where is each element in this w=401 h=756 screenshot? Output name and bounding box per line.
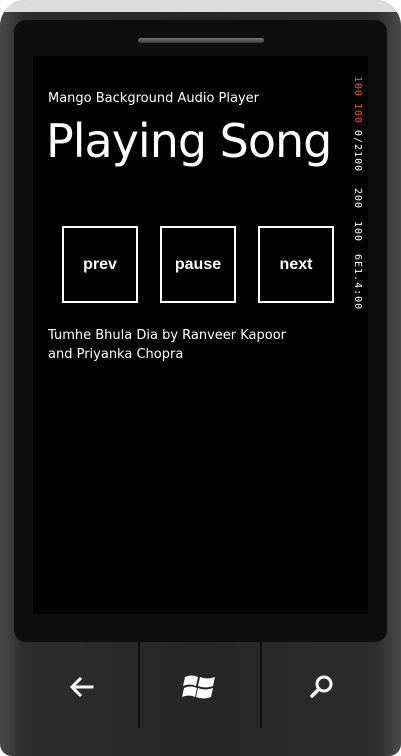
app-name: Mango Background Audio Player [48, 91, 259, 106]
earpiece [138, 38, 264, 43]
app-screen: Mango Background Audio Player Playing So… [33, 56, 368, 614]
search-button[interactable] [292, 662, 352, 712]
back-button[interactable] [52, 662, 112, 712]
frame-counter: 6E1.4:00 [352, 254, 363, 311]
frame-rate-counters: 100 100 0/2100 200 100 6E1.4:00 [352, 76, 364, 326]
nav-divider [138, 642, 140, 728]
frame-counter: 100 [352, 103, 363, 125]
page-title: Playing Song [46, 114, 332, 168]
prev-button[interactable]: prev [62, 226, 138, 303]
frame-counter: 0/2100 [352, 130, 363, 173]
frame-counter: 100 [352, 76, 363, 98]
frame-counter: 200 [352, 188, 363, 210]
back-arrow-icon [69, 676, 94, 698]
nav-divider [260, 642, 262, 728]
phone-device: Mango Background Audio Player Playing So… [0, 0, 401, 756]
frame-counter: 100 [352, 221, 363, 243]
pause-button[interactable]: pause [160, 226, 236, 303]
now-playing-text: Tumhe Bhula Dia by Ranveer Kapoor and Pr… [48, 328, 287, 362]
start-button[interactable] [170, 662, 230, 712]
next-button[interactable]: next [258, 226, 334, 303]
windows-logo-icon [182, 675, 215, 699]
top-strip [0, 0, 401, 12]
hardware-nav-bar [0, 642, 401, 756]
search-icon [310, 675, 333, 698]
